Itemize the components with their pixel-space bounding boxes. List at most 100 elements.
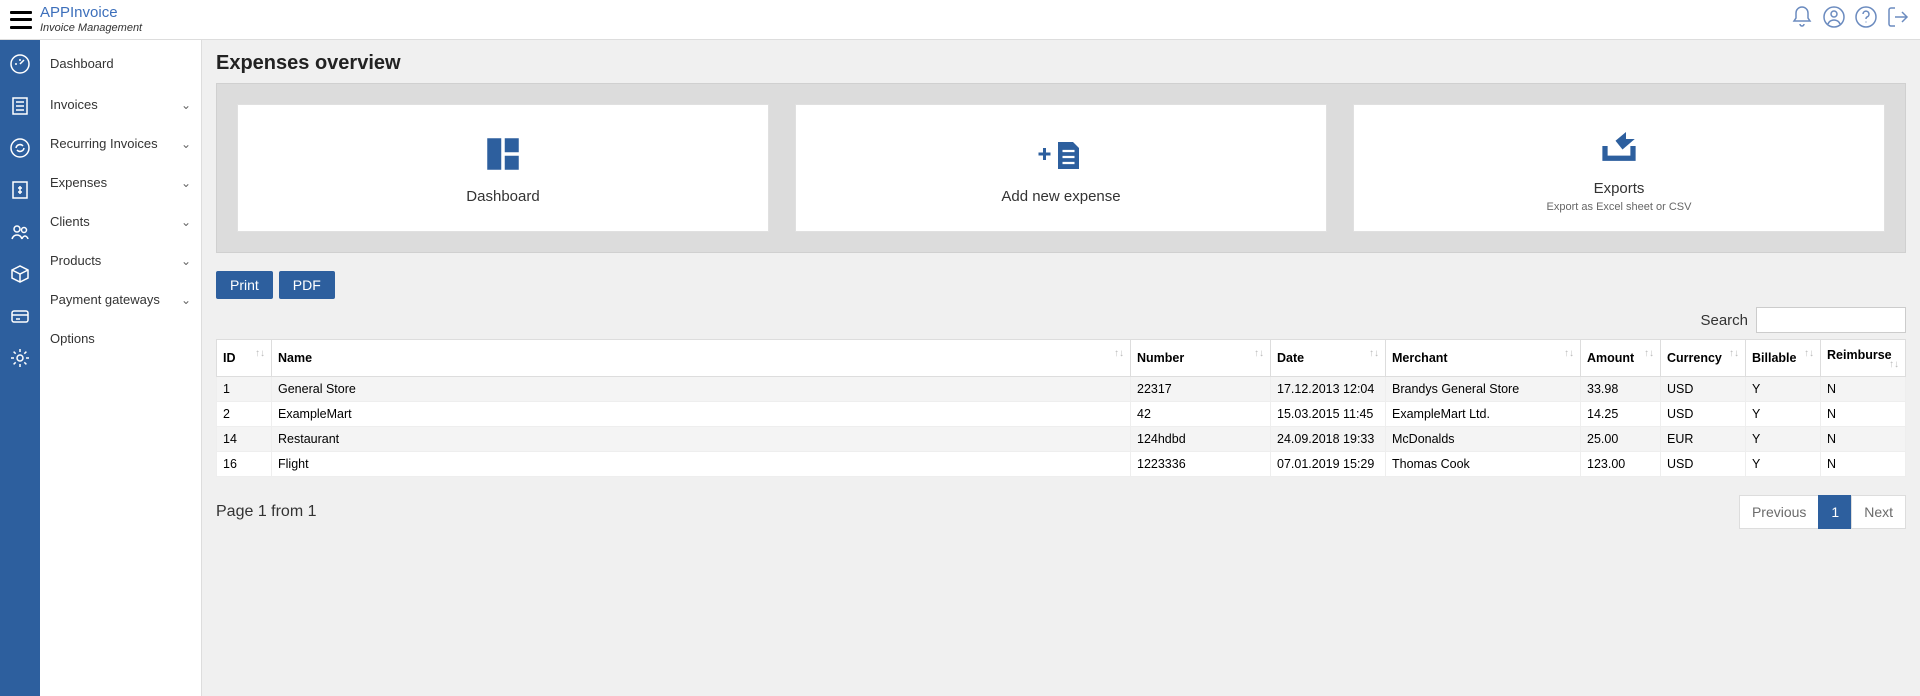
- sort-icon: ↑↓: [1644, 351, 1654, 357]
- products-rail-icon[interactable]: [8, 262, 32, 286]
- sort-icon: ↑↓: [1729, 351, 1739, 357]
- sidebar-item-label: Dashboard: [50, 56, 114, 71]
- card-exports[interactable]: Exports Export as Excel sheet or CSV: [1353, 104, 1885, 232]
- payment-rail-icon[interactable]: [8, 304, 32, 328]
- cell-id: 2: [217, 402, 272, 427]
- options-rail-icon[interactable]: [8, 346, 32, 370]
- cell-name: Restaurant: [272, 427, 1131, 452]
- sidebar-item-label: Options: [50, 331, 95, 346]
- cell-billable: Y: [1746, 402, 1821, 427]
- table-row[interactable]: 14Restaurant124hdbd24.09.2018 19:33McDon…: [217, 427, 1906, 452]
- sidebar-item-label: Products: [50, 253, 101, 268]
- cell-billable: Y: [1746, 427, 1821, 452]
- chevron-down-icon: ⌄: [181, 98, 191, 112]
- sort-icon: ↑↓: [1564, 351, 1574, 357]
- card-label: Dashboard: [466, 188, 539, 205]
- table-row[interactable]: 16Flight122333607.01.2019 15:29Thomas Co…: [217, 452, 1906, 477]
- cell-billable: Y: [1746, 377, 1821, 402]
- table-row[interactable]: 2ExampleMart4215.03.2015 11:45ExampleMar…: [217, 402, 1906, 427]
- sidebar-item-label: Expenses: [50, 175, 107, 190]
- sort-icon: ↑↓: [1804, 351, 1814, 357]
- sidebar-item-invoices[interactable]: Invoices ⌄: [40, 85, 201, 124]
- main-content: Expenses overview Dashboard Add new expe…: [202, 40, 1920, 696]
- action-row: Print PDF: [216, 271, 1906, 299]
- user-icon[interactable]: [1822, 5, 1846, 34]
- pager-next[interactable]: Next: [1851, 495, 1906, 529]
- clients-rail-icon[interactable]: [8, 220, 32, 244]
- logout-icon[interactable]: [1886, 5, 1910, 34]
- print-button[interactable]: Print: [216, 271, 273, 299]
- top-header: APPInvoice Invoice Management: [0, 0, 1920, 40]
- recurring-rail-icon[interactable]: [8, 136, 32, 160]
- chevron-down-icon: ⌄: [181, 293, 191, 307]
- search-input[interactable]: [1756, 307, 1906, 333]
- cell-merchant: Thomas Cook: [1386, 452, 1581, 477]
- pager-page-1[interactable]: 1: [1818, 495, 1852, 529]
- search-row: Search: [216, 307, 1906, 333]
- cell-name: ExampleMart: [272, 402, 1131, 427]
- col-name[interactable]: Name↑↓: [272, 340, 1131, 377]
- col-merchant[interactable]: Merchant↑↓: [1386, 340, 1581, 377]
- col-date[interactable]: Date↑↓: [1271, 340, 1386, 377]
- page-title: Expenses overview: [216, 52, 1906, 75]
- cell-amount: 33.98: [1581, 377, 1661, 402]
- sort-icon: ↑↓: [1254, 351, 1264, 357]
- cell-reimburse: N: [1821, 377, 1906, 402]
- sort-icon: ↑↓: [255, 351, 265, 357]
- sidebar-item-options[interactable]: Options: [40, 319, 201, 358]
- cell-merchant: Brandys General Store: [1386, 377, 1581, 402]
- sidebar-item-dashboard[interactable]: Dashboard: [40, 48, 201, 85]
- expenses-table: ID↑↓ Name↑↓ Number↑↓ Date↑↓ Merchant↑↓ A…: [216, 339, 1906, 477]
- sidebar: Dashboard Invoices ⌄ Recurring Invoices …: [40, 40, 202, 696]
- brand[interactable]: APPInvoice Invoice Management: [40, 5, 142, 34]
- search-label: Search: [1700, 312, 1748, 329]
- col-billable[interactable]: Billable↑↓: [1746, 340, 1821, 377]
- brand-title: APPInvoice: [40, 5, 142, 22]
- sidebar-item-clients[interactable]: Clients ⌄: [40, 202, 201, 241]
- cell-amount: 14.25: [1581, 402, 1661, 427]
- cell-billable: Y: [1746, 452, 1821, 477]
- card-add-expense[interactable]: Add new expense: [795, 104, 1327, 232]
- grid-icon: [482, 132, 524, 176]
- menu-toggle-icon[interactable]: [10, 11, 32, 29]
- cell-merchant: ExampleMart Ltd.: [1386, 402, 1581, 427]
- col-id[interactable]: ID↑↓: [217, 340, 272, 377]
- dashboard-rail-icon[interactable]: [8, 52, 32, 76]
- cell-currency: USD: [1661, 452, 1746, 477]
- cards-row: Dashboard Add new expense Exports Export…: [216, 83, 1906, 253]
- invoices-rail-icon[interactable]: [8, 94, 32, 118]
- col-currency[interactable]: Currency↑↓: [1661, 340, 1746, 377]
- cell-number: 42: [1131, 402, 1271, 427]
- chevron-down-icon: ⌄: [181, 254, 191, 268]
- bell-icon[interactable]: [1790, 5, 1814, 34]
- add-document-icon: [1034, 132, 1088, 176]
- col-amount[interactable]: Amount↑↓: [1581, 340, 1661, 377]
- card-label: Exports: [1594, 180, 1645, 197]
- pdf-button[interactable]: PDF: [279, 271, 335, 299]
- card-dashboard[interactable]: Dashboard: [237, 104, 769, 232]
- expenses-rail-icon[interactable]: [8, 178, 32, 202]
- sidebar-item-recurring[interactable]: Recurring Invoices ⌄: [40, 124, 201, 163]
- cell-currency: EUR: [1661, 427, 1746, 452]
- card-sublabel: Export as Excel sheet or CSV: [1547, 201, 1692, 213]
- cell-id: 16: [217, 452, 272, 477]
- export-icon: [1598, 124, 1640, 168]
- sidebar-item-products[interactable]: Products ⌄: [40, 241, 201, 280]
- cell-number: 124hdbd: [1131, 427, 1271, 452]
- pager-previous[interactable]: Previous: [1739, 495, 1819, 529]
- cell-date: 15.03.2015 11:45: [1271, 402, 1386, 427]
- page-info: Page 1 from 1: [216, 503, 317, 521]
- help-icon[interactable]: [1854, 5, 1878, 34]
- sidebar-item-label: Invoices: [50, 97, 98, 112]
- sidebar-item-payment[interactable]: Payment gateways ⌄: [40, 280, 201, 319]
- sidebar-item-expenses[interactable]: Expenses ⌄: [40, 163, 201, 202]
- card-label: Add new expense: [1001, 188, 1120, 205]
- col-number[interactable]: Number↑↓: [1131, 340, 1271, 377]
- col-reimburse[interactable]: Reimburse↑↓: [1821, 340, 1906, 377]
- cell-id: 1: [217, 377, 272, 402]
- pager: Previous 1 Next: [1740, 495, 1906, 529]
- cell-number: 1223336: [1131, 452, 1271, 477]
- cell-id: 14: [217, 427, 272, 452]
- table-row[interactable]: 1General Store2231717.12.2013 12:04Brand…: [217, 377, 1906, 402]
- cell-reimburse: N: [1821, 452, 1906, 477]
